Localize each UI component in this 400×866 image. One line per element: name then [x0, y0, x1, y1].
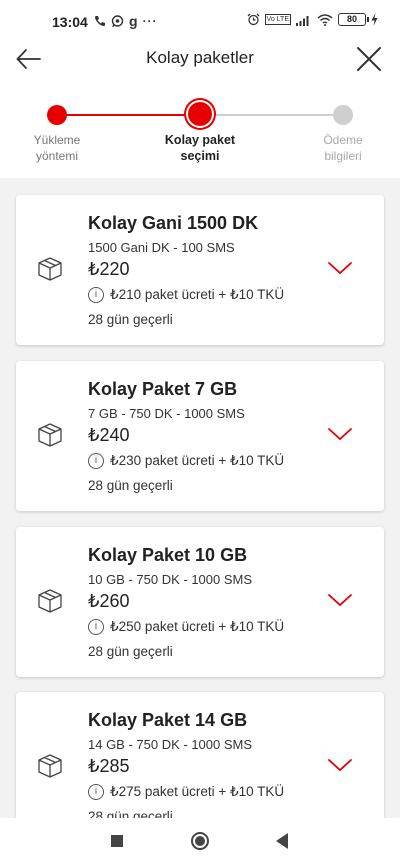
package-fee-info: i ₺275 paket ücreti + ₺10 TKÜ — [88, 784, 284, 800]
package-box-icon — [38, 754, 62, 778]
package-subtitle: 1500 Gani DK - 100 SMS — [88, 240, 235, 255]
status-time: 13:04 — [52, 14, 88, 30]
step-label-3-line1: Ödeme — [323, 133, 363, 147]
step-label-2-line2: seçimi — [180, 149, 220, 163]
step-label-2-line1: Kolay paket — [164, 133, 236, 147]
more-icon: ··· — [142, 14, 158, 28]
system-nav-bar — [0, 818, 400, 866]
package-price: ₺240 — [88, 425, 130, 445]
chevron-down-icon[interactable] — [326, 756, 354, 774]
step-dot-2 — [188, 102, 212, 126]
volte-icon: Vo LTE — [264, 14, 291, 25]
package-card[interactable]: Kolay Paket 10 GB 10 GB - 750 DK - 1000 … — [16, 527, 384, 677]
step-dot-3 — [333, 105, 353, 125]
info-icon: i — [88, 287, 104, 303]
system-icons: Vo LTE 80 — [247, 13, 378, 26]
chevron-down-icon[interactable] — [326, 425, 354, 443]
package-box-icon — [38, 257, 62, 281]
package-price: ₺260 — [88, 591, 130, 611]
package-fee-info: i ₺230 paket ücreti + ₺10 TKÜ — [88, 453, 284, 469]
package-title: Kolay Paket 7 GB — [88, 379, 238, 399]
signal-icon — [296, 15, 309, 26]
package-card[interactable]: Kolay Gani 1500 DK 1500 Gani DK - 100 SM… — [16, 195, 384, 345]
step-label-3: Ödeme bilgileri — [298, 132, 388, 164]
step-connector-done — [57, 114, 200, 116]
step-label-2: Kolay paket seçimi — [155, 132, 245, 164]
step-dot-1 — [47, 105, 67, 125]
step-label-1-line2: yöntemi — [35, 149, 79, 163]
package-validity: 28 gün geçerli — [88, 312, 173, 327]
chevron-down-icon[interactable] — [326, 591, 354, 609]
page-title: Kolay paketler — [146, 48, 254, 67]
step-connector-pending — [200, 114, 343, 116]
package-validity: 28 gün geçerli — [88, 478, 173, 493]
package-fee-text: ₺250 paket ücreti + ₺10 TKÜ — [110, 619, 285, 634]
package-validity: 28 gün geçerli — [88, 644, 173, 659]
package-title: Kolay Paket 10 GB — [88, 545, 248, 565]
notification-icons: g ··· — [94, 13, 158, 29]
step-label-3-line2: bilgileri — [324, 149, 362, 163]
step-label-1: Yükleme yöntemi — [12, 132, 102, 164]
package-title: Kolay Paket 14 GB — [88, 710, 248, 730]
info-icon: i — [88, 784, 104, 800]
top-section: 13:04 g ··· Vo LTE 80 Kolay paketler Yük… — [0, 0, 400, 178]
step-label-1-line1: Yükleme — [33, 133, 81, 147]
package-box-icon — [38, 423, 62, 447]
info-icon: i — [88, 619, 104, 635]
progress-stepper: Yükleme yöntemi Kolay paket seçimi Ödeme… — [0, 100, 400, 170]
wifi-icon — [317, 13, 333, 26]
package-title: Kolay Gani 1500 DK — [88, 213, 259, 233]
phone-icon — [95, 16, 105, 26]
package-subtitle: 10 GB - 750 DK - 1000 SMS — [88, 572, 253, 587]
package-fee-info: i ₺250 paket ücreti + ₺10 TKÜ — [88, 619, 284, 635]
home-button[interactable] — [191, 832, 209, 850]
package-fee-text: ₺230 paket ücreti + ₺10 TKÜ — [110, 453, 285, 468]
system-back-button[interactable] — [276, 833, 288, 849]
package-box-icon — [38, 589, 62, 613]
alarm-icon — [247, 13, 260, 26]
package-fee-text: ₺275 paket ücreti + ₺10 TKÜ — [110, 784, 285, 799]
package-fee-text: ₺210 paket ücreti + ₺10 TKÜ — [110, 287, 285, 302]
status-bar: 13:04 g ··· Vo LTE 80 — [0, 0, 400, 42]
app-header: Kolay paketler — [0, 42, 400, 82]
package-subtitle: 14 GB - 750 DK - 1000 SMS — [88, 737, 253, 752]
package-price: ₺285 — [88, 756, 130, 776]
g-app-icon: g — [129, 13, 138, 29]
charging-icon — [371, 13, 378, 26]
recents-button[interactable] — [111, 835, 123, 847]
chevron-down-icon[interactable] — [326, 259, 354, 277]
package-price: ₺220 — [88, 259, 130, 279]
battery-icon: 80 — [338, 13, 369, 26]
package-fee-info: i ₺210 paket ücreti + ₺10 TKÜ — [88, 287, 284, 303]
info-icon: i — [88, 453, 104, 469]
whatsapp-icon — [111, 14, 124, 27]
close-icon[interactable] — [352, 42, 386, 76]
package-card[interactable]: Kolay Paket 7 GB 7 GB - 750 DK - 1000 SM… — [16, 361, 384, 511]
package-subtitle: 7 GB - 750 DK - 1000 SMS — [88, 406, 245, 421]
